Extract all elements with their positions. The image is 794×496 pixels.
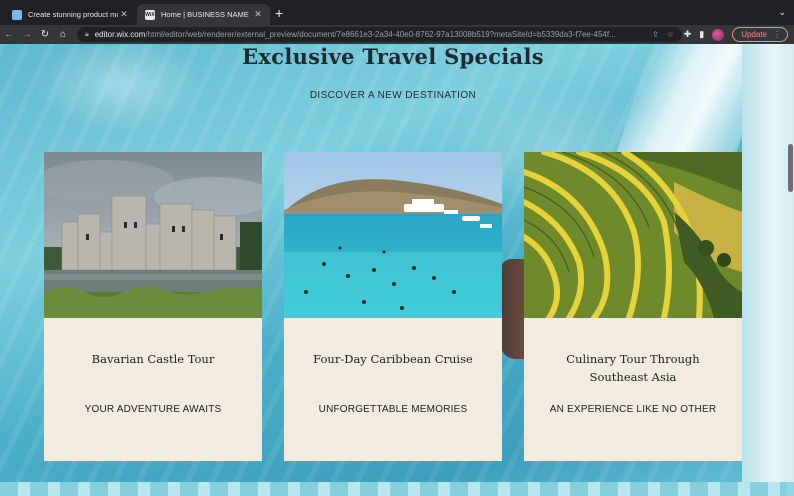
page-subtitle: DISCOVER A NEW DESTINATION — [309, 90, 477, 101]
travel-card-southeast-asia[interactable]: Culinary Tour Through Southeast Asia AN … — [524, 152, 742, 461]
home-icon[interactable]: ⌂ — [54, 29, 72, 40]
close-icon[interactable]: ✕ — [252, 9, 264, 20]
address-bar[interactable]: 🔒︎ editor.wix.com/html/editor/web/render… — [77, 27, 682, 42]
card-body: Four-Day Caribbean Cruise UNFORGETTABLE … — [284, 318, 502, 461]
castle-photo[interactable] — [44, 152, 262, 318]
card-title[interactable]: Culinary Tour Through Southeast Asia — [538, 350, 728, 386]
page-scrollbar[interactable] — [787, 44, 794, 496]
page-viewport: Exclusive Travel Specials DISCOVER A NEW… — [0, 44, 794, 496]
wix-favicon-icon: WiX — [145, 9, 155, 20]
share-icon[interactable]: ⇪ — [652, 30, 659, 39]
new-tab-icon[interactable]: + — [275, 6, 283, 20]
back-icon[interactable]: ← — [0, 29, 18, 40]
close-icon[interactable]: ✕ — [118, 9, 130, 20]
kebab-menu-icon: ⋮ — [773, 30, 781, 39]
url-text[interactable]: editor.wix.com/html/editor/web/renderer/… — [95, 30, 646, 39]
swimmer-decoration — [500, 259, 524, 359]
profile-avatar[interactable] — [712, 28, 725, 41]
url-path: /html/editor/web/renderer/external_previ… — [145, 30, 616, 39]
tab-home-business[interactable]: WiX Home | BUSINESS NAME ✕ — [137, 4, 270, 25]
side-panel-icon[interactable]: ▮ — [699, 29, 704, 40]
rice-terrace-photo[interactable] — [524, 152, 742, 318]
page-title: Exclusive Travel Specials — [242, 44, 544, 69]
mockup-favicon-icon — [12, 9, 22, 20]
pool-tiles-decoration — [0, 482, 794, 496]
extensions-puzzle-icon[interactable]: ✚ — [684, 29, 692, 40]
update-button[interactable]: Update ⋮ — [732, 27, 788, 42]
card-body: Culinary Tour Through Southeast Asia AN … — [524, 318, 742, 461]
reload-icon[interactable]: ↻ — [36, 29, 54, 40]
lock-icon[interactable]: 🔒︎ — [85, 31, 89, 39]
tab-title: Home | BUSINESS NAME — [161, 10, 249, 19]
card-tagline: UNFORGETTABLE MEMORIES — [318, 404, 468, 415]
tab-title: Create stunning product mock — [28, 10, 118, 19]
travel-card-castle[interactable]: Bavarian Castle Tour YOUR ADVENTURE AWAI… — [44, 152, 262, 461]
card-title[interactable]: Four-Day Caribbean Cruise — [298, 350, 488, 368]
caribbean-photo[interactable] — [284, 152, 502, 318]
browser-toolbar: ← → ↻ ⌂ 🔒︎ editor.wix.com/html/editor/we… — [0, 25, 794, 44]
card-title[interactable]: Bavarian Castle Tour — [58, 350, 248, 368]
scrollbar-thumb[interactable] — [788, 144, 793, 192]
card-tagline: AN EXPERIENCE LIKE NO OTHER — [549, 404, 717, 415]
url-host: editor.wix.com — [94, 30, 146, 39]
card-tagline: YOUR ADVENTURE AWAITS — [84, 404, 222, 415]
tab-strip: Create stunning product mock ✕ WiX Home … — [0, 0, 794, 25]
tab-product-mockup[interactable]: Create stunning product mock ✕ — [4, 4, 136, 25]
update-label: Update — [741, 30, 767, 39]
bookmark-star-icon[interactable]: ☆ — [667, 30, 674, 39]
card-body: Bavarian Castle Tour YOUR ADVENTURE AWAI… — [44, 318, 262, 461]
forward-icon[interactable]: → — [18, 29, 36, 40]
chevron-down-icon[interactable]: ⌄ — [778, 7, 786, 18]
travel-card-caribbean[interactable]: Four-Day Caribbean Cruise UNFORGETTABLE … — [284, 152, 502, 461]
